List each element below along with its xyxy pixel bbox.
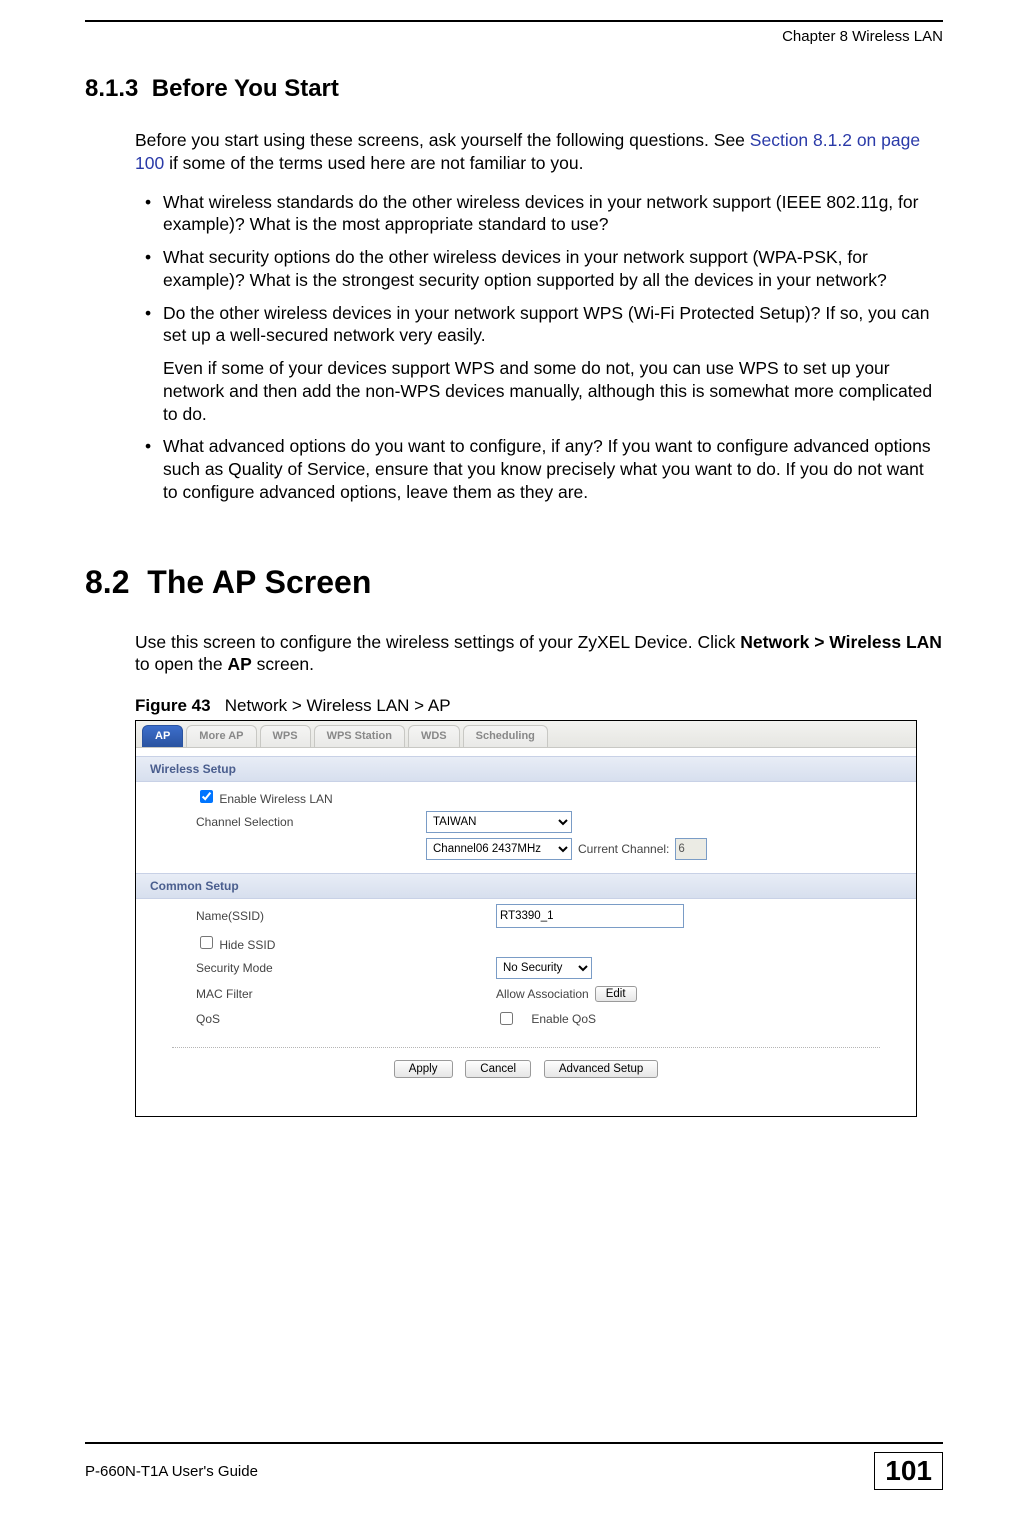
page-footer: P-660N-T1A User's Guide 101 <box>85 1442 943 1490</box>
bullet-item: What advanced options do you want to con… <box>145 435 943 503</box>
enable-qos-checkbox[interactable] <box>500 1012 513 1025</box>
tab-wds[interactable]: WDS <box>408 725 460 747</box>
enable-wlan-label: Enable Wireless LAN <box>219 792 332 806</box>
figure-label: Figure 43 <box>135 696 211 715</box>
enable-wlan-checkbox[interactable] <box>200 790 213 803</box>
current-channel-value <box>675 838 707 860</box>
channel-selection-label: Channel Selection <box>196 815 426 829</box>
heading-title: Before You Start <box>152 75 339 102</box>
tab-ap[interactable]: AP <box>142 725 183 747</box>
bullet-item: What security options do the other wirel… <box>145 246 943 292</box>
tab-scheduling[interactable]: Scheduling <box>463 725 548 747</box>
apply-button[interactable]: Apply <box>394 1060 453 1078</box>
figure-caption: Figure 43 Network > Wireless LAN > AP <box>135 696 943 716</box>
edit-button[interactable]: Edit <box>595 986 637 1002</box>
heading-number: 8.1.3 <box>85 75 138 102</box>
screen-name: AP <box>227 654 251 674</box>
section-paragraph: Use this screen to configure the wireles… <box>135 631 943 677</box>
section-bar-wireless-setup: Wireless Setup <box>136 756 916 782</box>
heading-8-1-3: 8.1.3 Before You Start <box>85 75 943 103</box>
advanced-setup-button[interactable]: Advanced Setup <box>544 1060 658 1078</box>
chapter-header: Chapter 8 Wireless LAN <box>85 22 943 75</box>
cancel-button[interactable]: Cancel <box>465 1060 531 1078</box>
page-number: 101 <box>874 1452 943 1490</box>
hide-ssid-checkbox[interactable] <box>200 936 213 949</box>
country-select[interactable]: TAIWAN <box>426 811 572 833</box>
heading-number: 8.2 <box>85 564 129 600</box>
separator <box>172 1047 880 1048</box>
intro-text-a: Before you start using these screens, as… <box>135 130 750 150</box>
bullet-subpara: Even if some of your devices support WPS… <box>163 357 943 425</box>
nav-path: Network > Wireless LAN <box>740 632 942 652</box>
tab-row: AP More AP WPS WPS Station WDS Schedulin… <box>136 721 916 748</box>
mac-filter-value: Allow Association <box>496 987 589 1001</box>
heading-title: The AP Screen <box>147 564 371 600</box>
ssid-input[interactable] <box>496 904 684 928</box>
section-bar-common-setup: Common Setup <box>136 873 916 899</box>
bullet-text: Do the other wireless devices in your ne… <box>163 303 929 346</box>
tab-more-ap[interactable]: More AP <box>186 725 256 747</box>
figure-caption-text: Network > Wireless LAN > AP <box>225 696 451 715</box>
intro-paragraph: Before you start using these screens, as… <box>135 129 943 175</box>
ssid-label: Name(SSID) <box>196 909 426 923</box>
footer-guide-name: P-660N-T1A User's Guide <box>85 1463 258 1480</box>
enable-qos-label: Enable QoS <box>531 1012 596 1026</box>
text: Use this screen to configure the wireles… <box>135 632 740 652</box>
text: screen. <box>252 654 314 674</box>
channel-select[interactable]: Channel06 2437MHz <box>426 838 572 860</box>
current-channel-label: Current Channel: <box>578 842 669 856</box>
bullet-item: Do the other wireless devices in your ne… <box>145 302 943 426</box>
heading-8-2: 8.2 The AP Screen <box>85 564 943 601</box>
intro-text-b: if some of the terms used here are not f… <box>164 153 583 173</box>
ap-screenshot: AP More AP WPS WPS Station WDS Schedulin… <box>135 720 917 1117</box>
qos-label: QoS <box>196 1012 426 1026</box>
hide-ssid-label: Hide SSID <box>219 938 275 952</box>
mac-filter-label: MAC Filter <box>196 987 426 1001</box>
security-mode-label: Security Mode <box>196 961 426 975</box>
security-mode-select[interactable]: No Security <box>496 957 592 979</box>
text: to open the <box>135 654 227 674</box>
tab-wps[interactable]: WPS <box>260 725 311 747</box>
tab-wps-station[interactable]: WPS Station <box>314 725 405 747</box>
bullet-item: What wireless standards do the other wir… <box>145 191 943 237</box>
